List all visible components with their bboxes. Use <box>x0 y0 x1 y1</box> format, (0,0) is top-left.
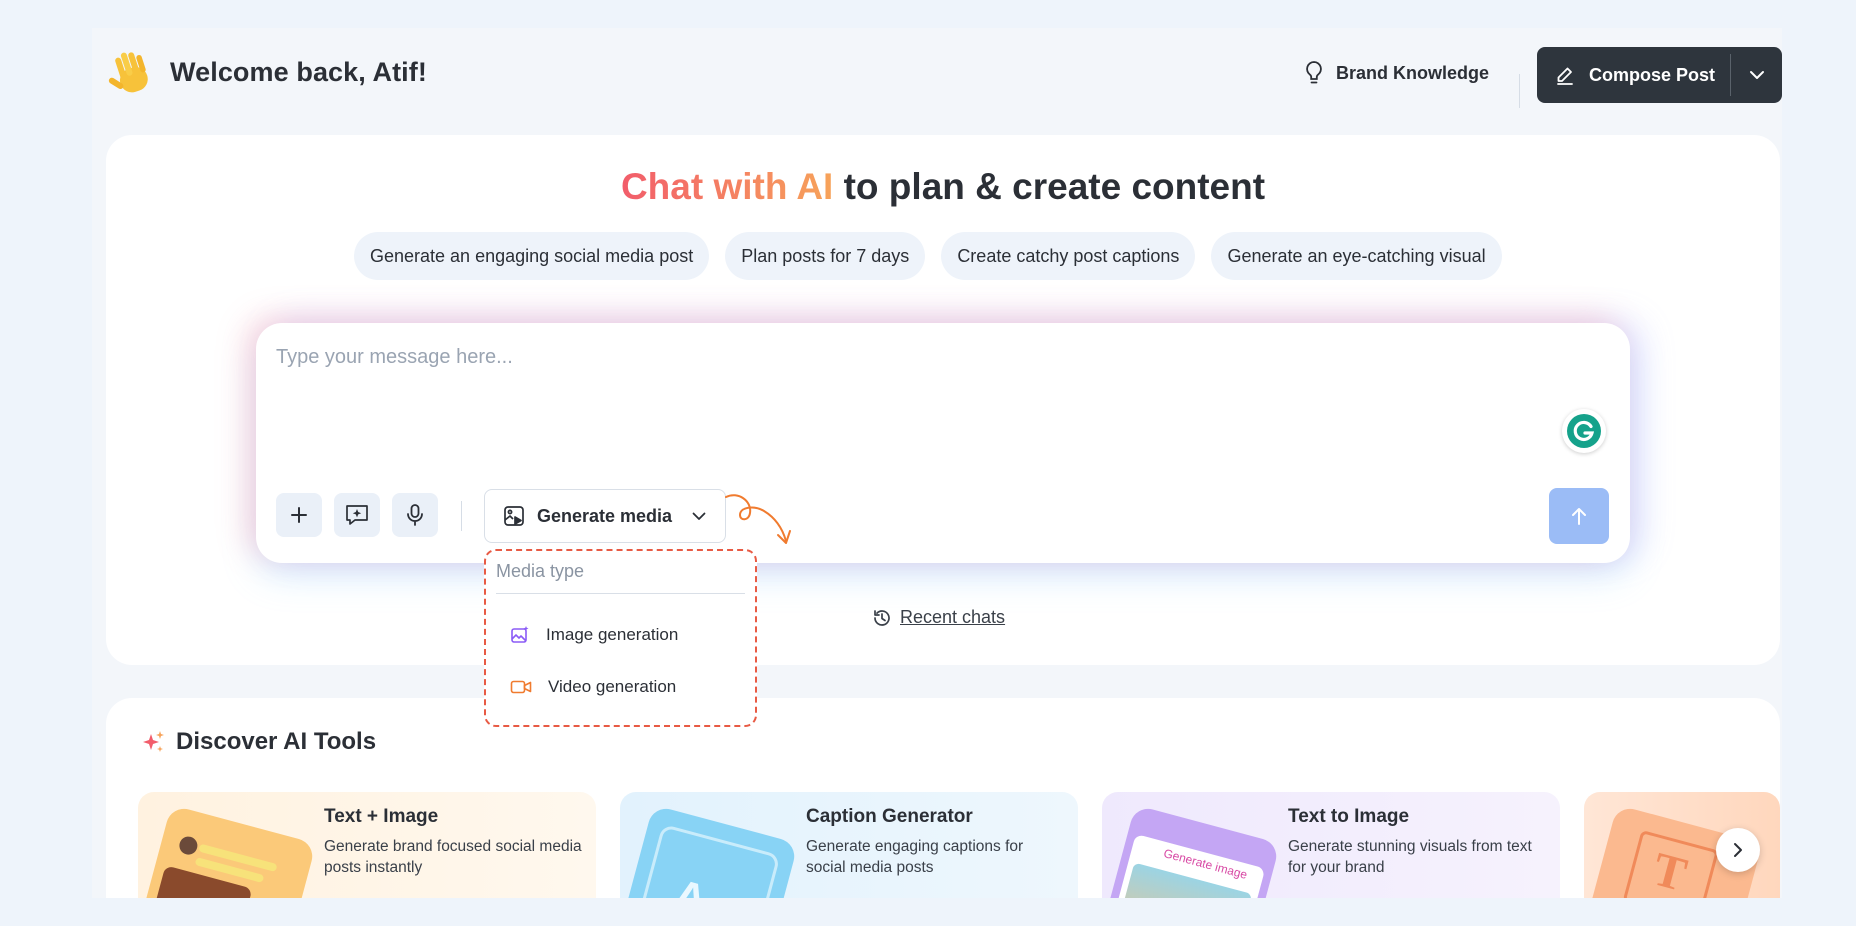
tool-card-description: Generate stunning visuals from text for … <box>1288 838 1532 876</box>
history-icon <box>874 609 890 626</box>
video-generation-label: Video generation <box>548 677 677 696</box>
plus-icon <box>291 507 307 523</box>
generate-media-label: Generate media <box>537 505 673 526</box>
discover-ai-tools-section: Discover AI Tools Text + Image Generate … <box>106 698 1780 898</box>
brand-knowledge-label: Brand Knowledge <box>1336 62 1490 83</box>
suggestion-chip[interactable]: Plan posts for 7 days <box>725 232 926 280</box>
media-type-dropdown: Media type Image generation Video genera… <box>484 549 757 727</box>
voice-input-button[interactable] <box>392 493 438 537</box>
discover-title: Discover AI Tools <box>140 728 376 756</box>
tool-card-title: Text + Image <box>324 806 439 827</box>
chat-card: Chat with AI to plan & create content Ge… <box>106 135 1780 665</box>
media-icon <box>504 506 524 526</box>
waving-hand-icon <box>108 48 156 96</box>
image-generation-label: Image generation <box>546 625 679 644</box>
send-button[interactable] <box>1549 488 1609 544</box>
headline-highlight: Chat with AI <box>620 166 834 207</box>
sparkle-chat-icon <box>346 505 368 525</box>
text-to-image-art-icon: Generate image <box>1102 804 1281 898</box>
compose-post-button[interactable]: Compose Post <box>1537 47 1730 103</box>
caption-art-icon: A <box>620 804 799 898</box>
microphone-icon <box>407 504 423 526</box>
message-input[interactable] <box>276 337 1476 377</box>
chevron-down-icon <box>692 512 706 520</box>
image-generation-option[interactable]: Image generation <box>510 625 678 645</box>
discover-title-label: Discover AI Tools <box>176 728 377 755</box>
tool-card-title: Text to Image <box>1288 806 1410 827</box>
recent-chats-label: Recent chats <box>900 607 1006 627</box>
grammarly-icon[interactable] <box>1562 409 1606 453</box>
toolbar-divider <box>461 501 462 531</box>
tool-card-description: Generate brand focused social media post… <box>324 838 582 876</box>
header-divider <box>1519 74 1520 108</box>
pen-icon <box>1557 67 1573 85</box>
tool-card-text-image[interactable]: Text + Image Generate brand focused soci… <box>138 792 596 898</box>
chevron-right-icon <box>1734 843 1742 857</box>
greeting: Welcome back, Atif! <box>108 48 427 96</box>
carousel-next-button[interactable] <box>1716 828 1760 872</box>
message-composer: Generate media <box>256 323 1630 563</box>
ai-prompt-button[interactable] <box>334 493 380 537</box>
tool-card-description: Generate engaging captions for social me… <box>806 838 1024 876</box>
tool-card-text-to-image[interactable]: Generate image Text to Image Generate st… <box>1102 792 1560 898</box>
brand-knowledge-button[interactable]: Brand Knowledge <box>1304 58 1489 88</box>
greeting-title: Welcome back, Atif! <box>170 56 427 87</box>
generate-media-button[interactable]: Generate media <box>484 489 726 543</box>
lightbulb-icon <box>1306 61 1322 84</box>
chevron-down-icon <box>1749 71 1764 79</box>
dropdown-title: Media type <box>496 561 585 581</box>
app-shell: Welcome back, Atif! Brand Knowledge Comp… <box>92 28 1782 898</box>
tool-card-title: Caption Generator <box>806 806 973 827</box>
recent-chats-link[interactable]: Recent chats <box>872 607 1005 628</box>
suggestion-chip[interactable]: Generate an eye-catching visual <box>1211 232 1502 280</box>
curly-arrow-icon <box>725 494 791 544</box>
text-image-art-icon <box>138 804 317 898</box>
compose-options-button[interactable] <box>1731 47 1782 103</box>
compose-post-label: Compose Post <box>1589 64 1716 85</box>
headline-rest: to plan & create content <box>833 166 1266 207</box>
video-generation-option[interactable]: Video generation <box>510 677 676 697</box>
suggestion-chip[interactable]: Create catchy post captions <box>941 232 1196 280</box>
sparkles-icon <box>143 731 164 752</box>
tool-card-caption-generator[interactable]: A Caption Generator Generate engaging ca… <box>620 792 1078 898</box>
suggestion-chips: Generate an engaging social media post P… <box>354 232 1502 280</box>
compose-post-split-button: Compose Post <box>1537 47 1782 103</box>
image-sparkle-icon <box>511 626 529 643</box>
add-attachment-button[interactable] <box>276 493 322 537</box>
chat-headline: Chat with AI to plan & create content <box>106 166 1780 208</box>
suggestion-chip[interactable]: Generate an engaging social media post <box>354 232 710 280</box>
video-camera-icon <box>510 680 532 694</box>
dropdown-divider <box>496 593 745 594</box>
arrow-up-icon <box>1572 508 1586 525</box>
